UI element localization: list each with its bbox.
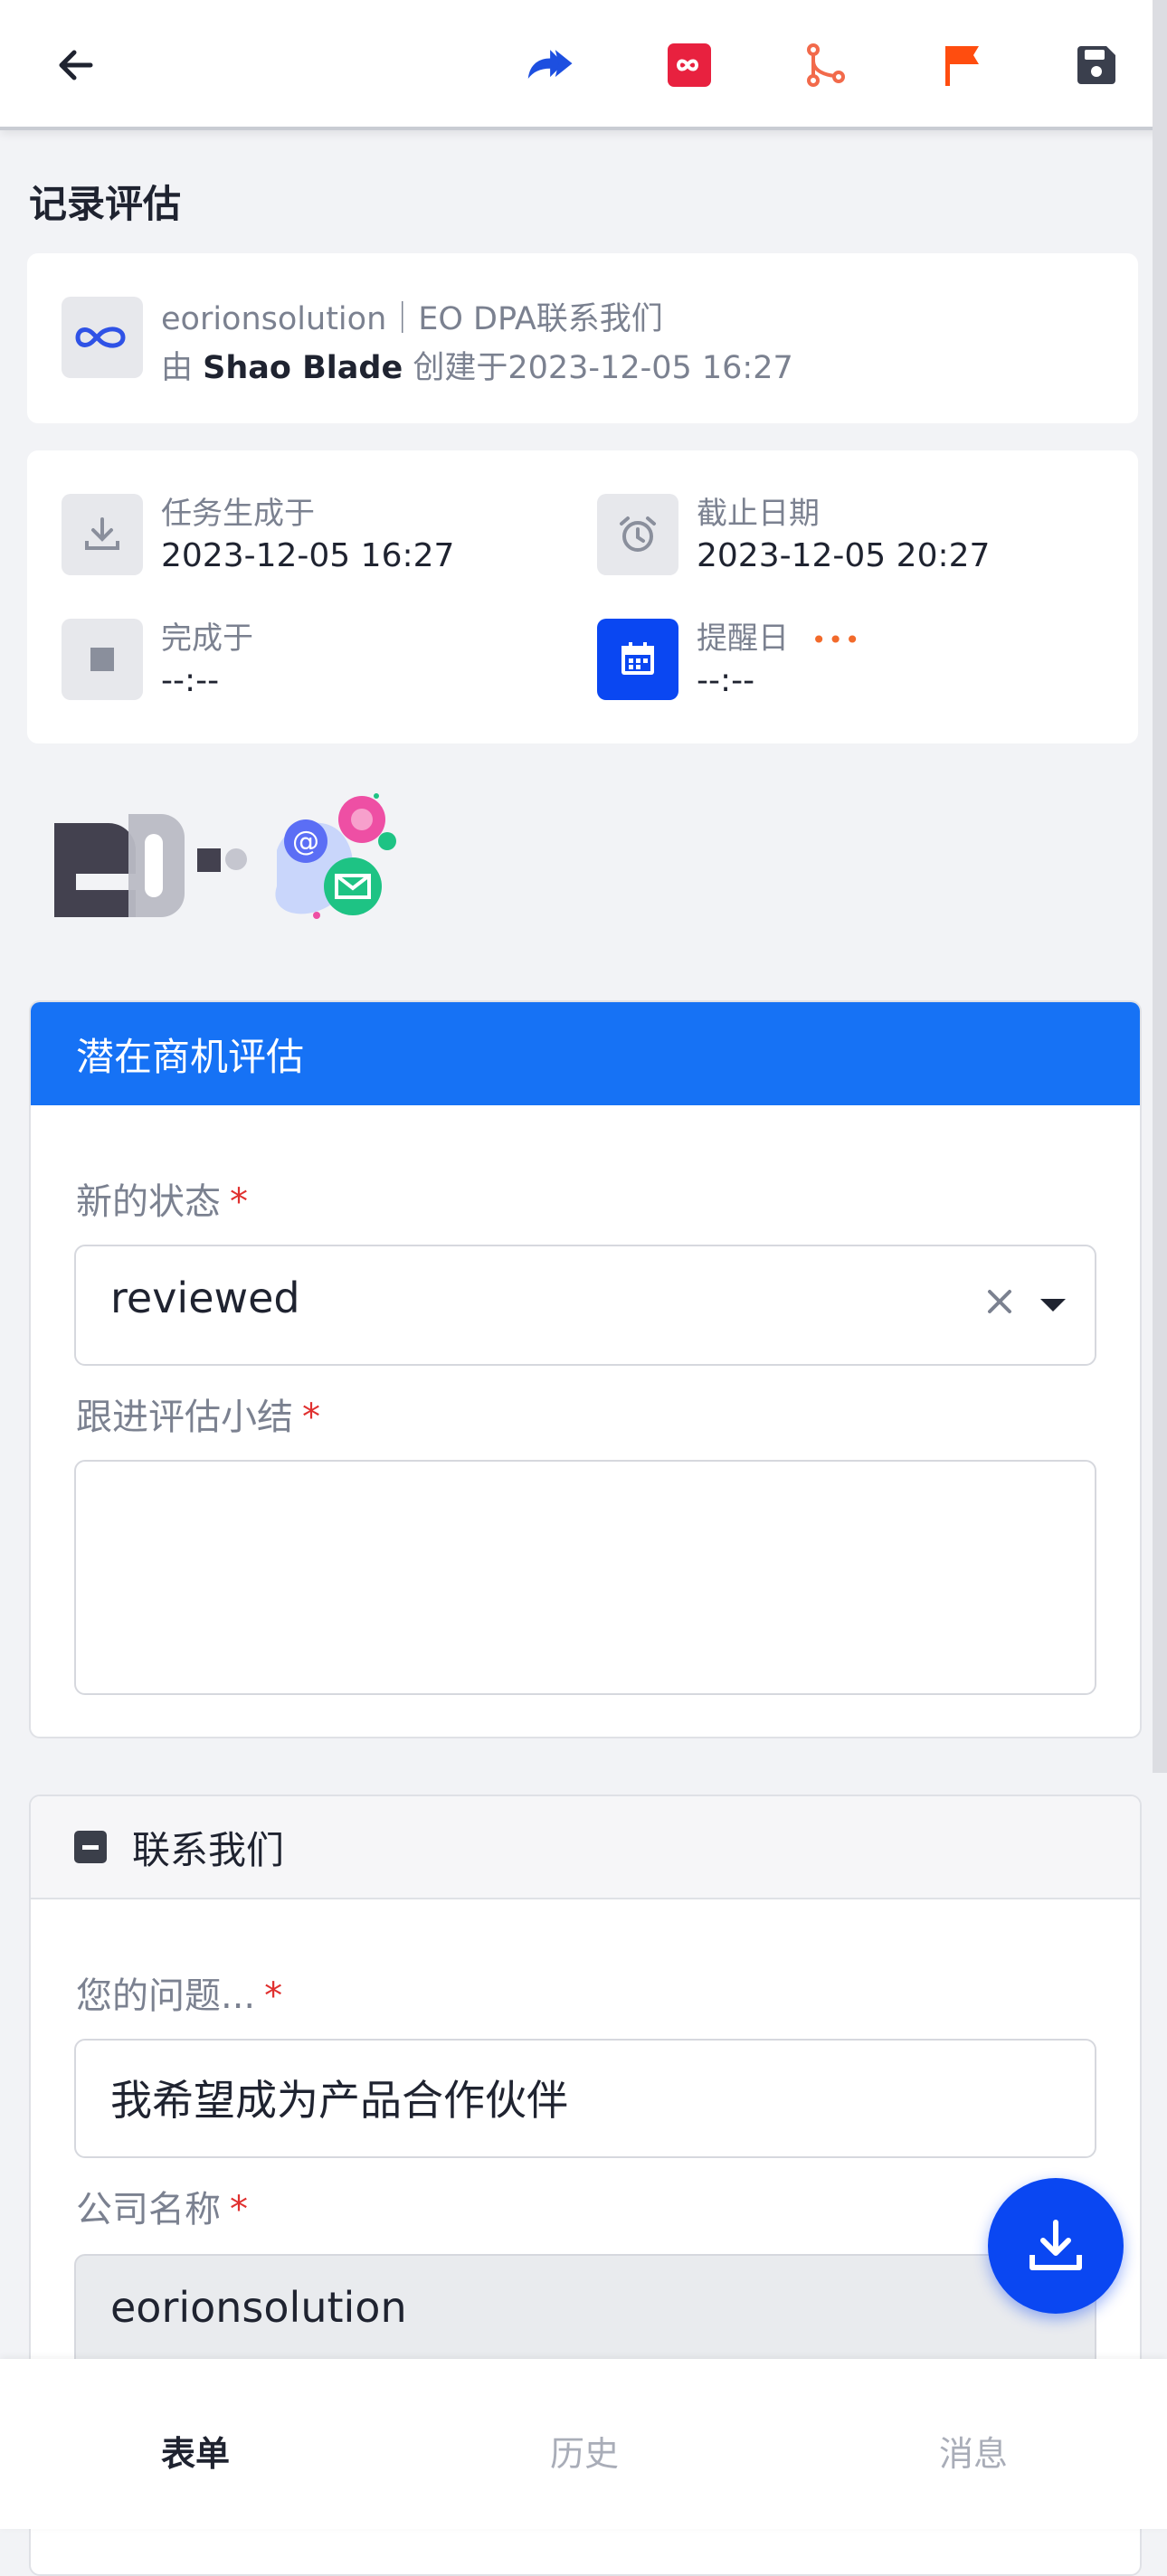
- reminder-value: --:--: [697, 662, 755, 699]
- reminder-label: 提醒日 •••: [697, 613, 861, 658]
- required-mark: *: [264, 1975, 283, 2017]
- summary-label: 跟进评估小结 *: [76, 1387, 320, 1440]
- question-input-value: 我希望成为产品合作伙伴: [110, 2076, 568, 2125]
- summary-textarea[interactable]: [74, 1460, 1096, 1695]
- clear-icon[interactable]: [986, 1288, 1013, 1319]
- created-time: 创建于2023-12-05 16:27: [413, 350, 793, 386]
- completed-value: --:--: [161, 662, 220, 699]
- bottom-nav: 表单 历史 消息: [0, 2359, 1167, 2529]
- page-title: 记录评估: [29, 182, 182, 226]
- arrow-left-icon[interactable]: [49, 38, 103, 92]
- download-icon: [1029, 2220, 1082, 2270]
- status-select[interactable]: reviewed: [74, 1245, 1096, 1366]
- stop-square-icon: [62, 619, 143, 700]
- record-creator-line: 由 Shao Blade 创建于2023-12-05 16:27: [161, 342, 793, 388]
- nav-history-tab[interactable]: 历史: [449, 2426, 720, 2476]
- summary-label-text: 跟进评估小结: [76, 1397, 293, 1438]
- reminder-label-text: 提醒日: [697, 620, 789, 657]
- alarm-clock-icon: [597, 494, 678, 575]
- task-info-card: 任务生成于 2023-12-05 16:27 截止日期 2023-12-05 2…: [27, 450, 1138, 743]
- company-label: 公司名称 *: [76, 2180, 248, 2232]
- infinity-app-icon: [62, 297, 143, 378]
- top-toolbar: [0, 0, 1167, 130]
- more-dots-icon[interactable]: •••: [811, 625, 862, 655]
- svg-text:@: @: [292, 826, 319, 857]
- creator-name: Shao Blade: [203, 350, 403, 386]
- status-label-text: 新的状态: [76, 1181, 221, 1223]
- question-label-text: 您的问题...: [76, 1975, 256, 2017]
- panel-header: 潜在商机评估: [31, 1002, 1140, 1105]
- save-icon[interactable]: [1069, 38, 1124, 92]
- record-source: eorionsolution｜EO DPA联系我们: [161, 301, 663, 337]
- required-mark: *: [302, 1397, 320, 1438]
- nav-messages-tab[interactable]: 消息: [838, 2426, 1109, 2476]
- nav-form-tab[interactable]: 表单: [60, 2426, 331, 2476]
- status-select-value: reviewed: [110, 1274, 300, 1322]
- calendar-icon[interactable]: [597, 619, 678, 700]
- flag-icon[interactable]: [935, 38, 990, 92]
- question-label: 您的问题... *: [76, 1966, 282, 2019]
- download-fab[interactable]: [988, 2178, 1124, 2314]
- required-mark: *: [230, 1181, 248, 1223]
- completed-label: 完成于: [161, 620, 253, 657]
- opportunity-eval-panel: 潜在商机评估 新的状态 * reviewed 跟进评估小结 *: [29, 1000, 1142, 1738]
- double-forward-icon[interactable]: [525, 38, 579, 92]
- deadline-label: 截止日期: [697, 496, 820, 532]
- eo-logo-illustration: @: [51, 787, 413, 941]
- generated-value: 2023-12-05 16:27: [161, 537, 455, 574]
- contact-header-text: 联系我们: [132, 1827, 285, 1872]
- collapse-icon[interactable]: [74, 1831, 107, 1863]
- generated-label: 任务生成于: [161, 496, 315, 532]
- question-input[interactable]: 我希望成为产品合作伙伴: [74, 2039, 1096, 2158]
- company-input-value: eorionsolution: [110, 2283, 407, 2332]
- contact-panel-header[interactable]: 联系我们: [31, 1796, 1140, 1899]
- deadline-value: 2023-12-05 20:27: [697, 537, 991, 574]
- branch-icon[interactable]: [798, 38, 852, 92]
- required-mark: *: [230, 2189, 248, 2230]
- by-prefix: 由: [161, 350, 194, 386]
- record-meta-card: eorionsolution｜EO DPA联系我们 由 Shao Blade 创…: [27, 253, 1138, 423]
- caret-down-icon[interactable]: [1039, 1297, 1067, 1317]
- download-icon: [62, 494, 143, 575]
- infinity-icon[interactable]: [662, 38, 716, 92]
- company-input[interactable]: eorionsolution: [74, 2254, 1096, 2373]
- company-label-text: 公司名称: [76, 2189, 221, 2230]
- status-label: 新的状态 *: [76, 1172, 248, 1225]
- scrollbar[interactable]: [1153, 0, 1167, 1773]
